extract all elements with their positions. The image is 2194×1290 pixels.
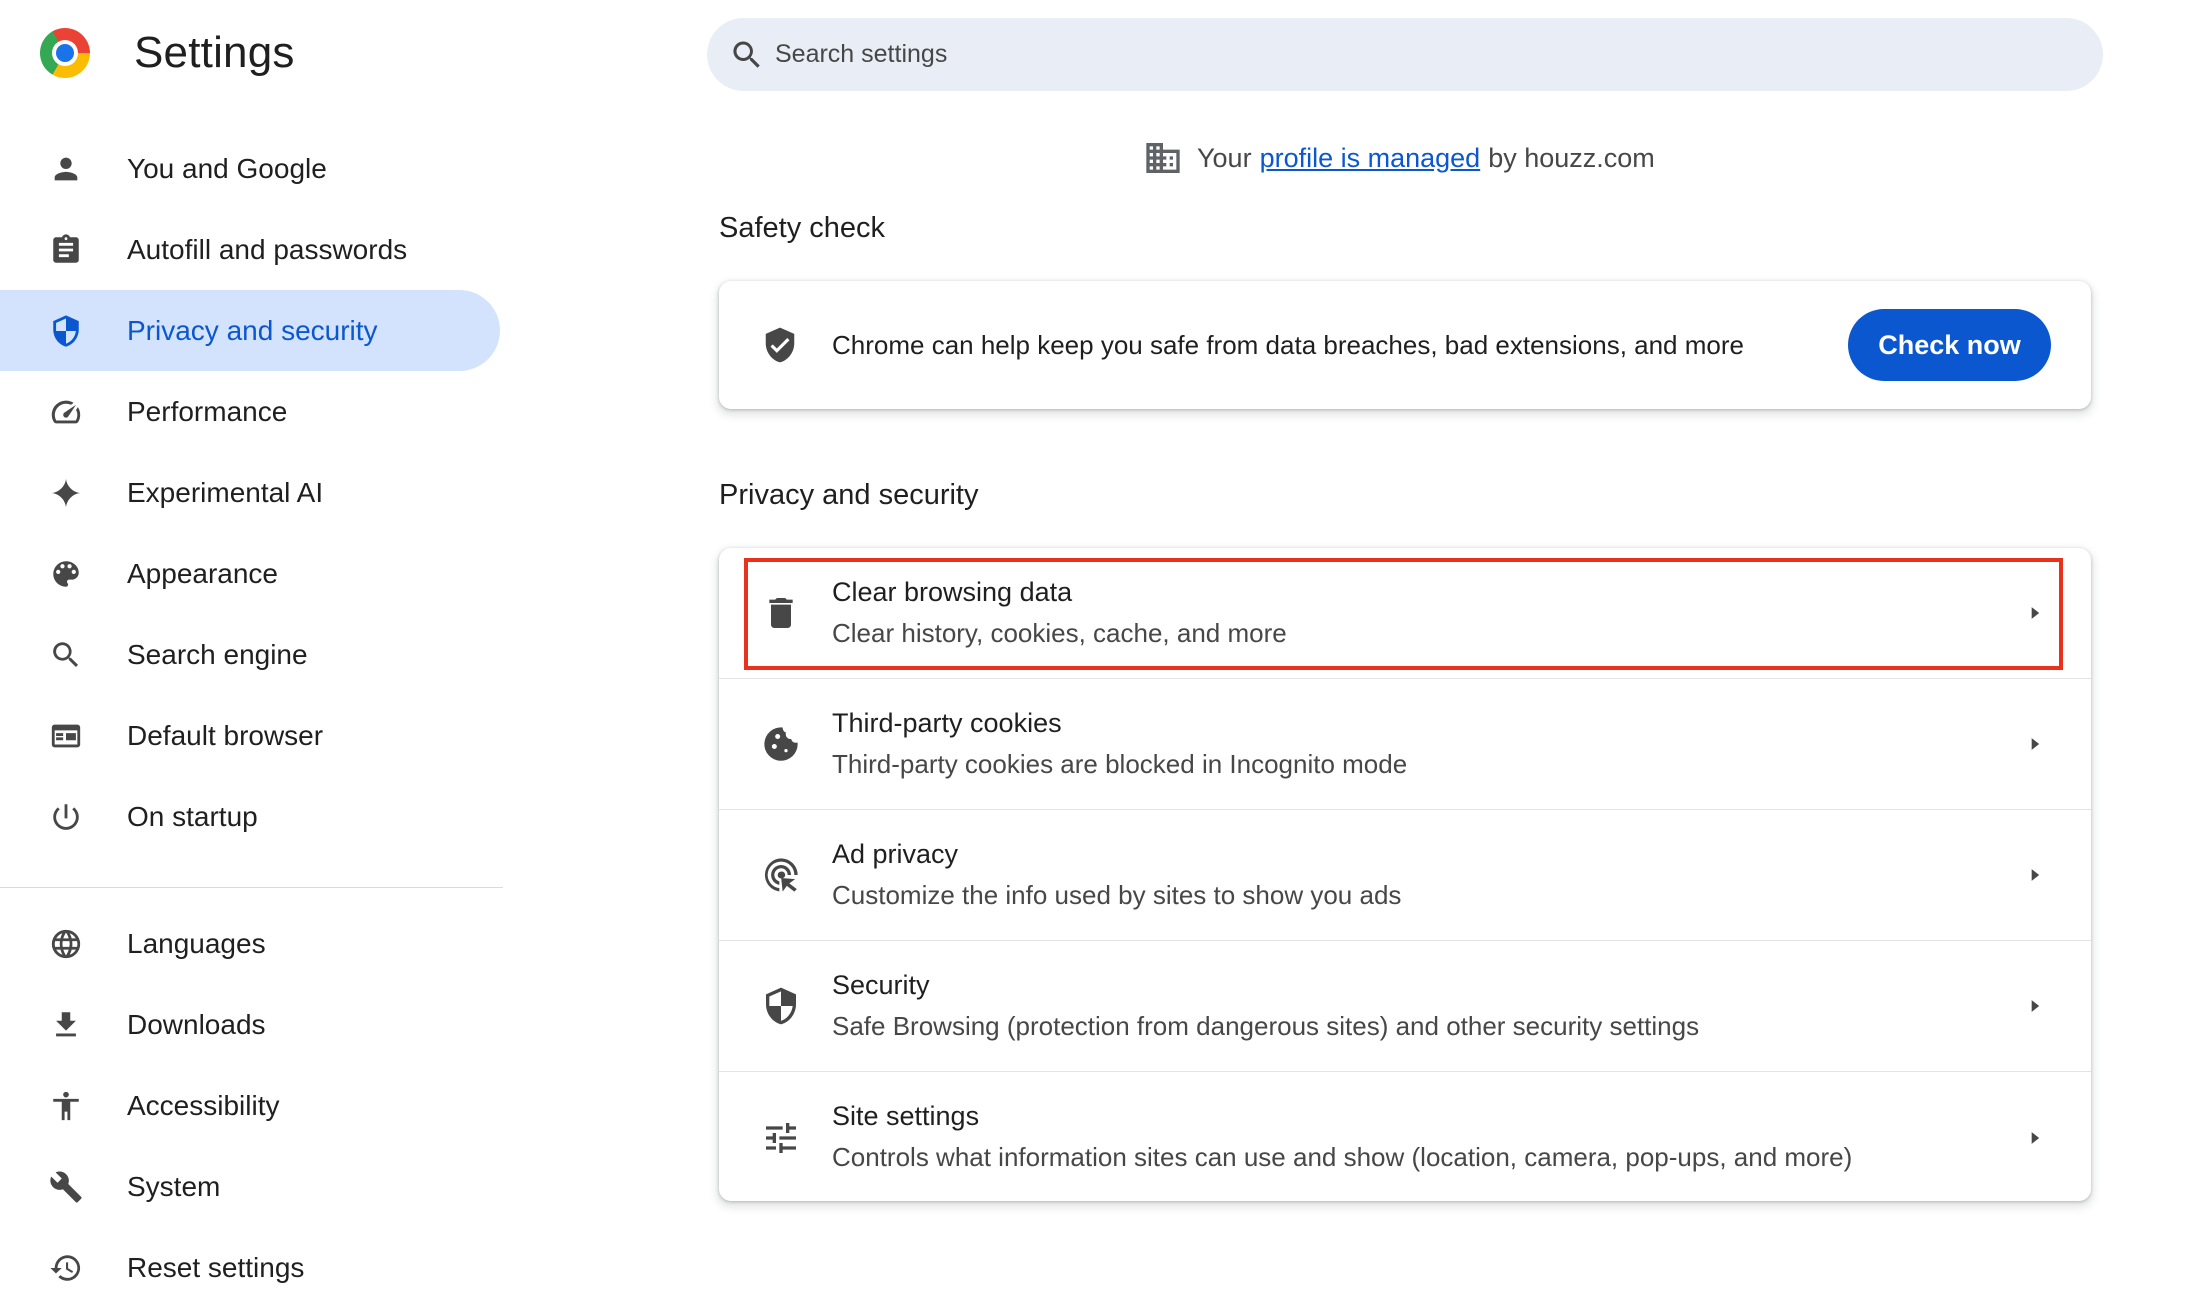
sidebar-item-label: Experimental AI bbox=[127, 476, 324, 508]
managed-notice: Your profile is managed by houzz.com bbox=[1143, 138, 1655, 178]
sidebar-item-label: Default browser bbox=[127, 719, 324, 751]
sidebar-item-label: You and Google bbox=[127, 152, 327, 184]
sidebar-item-search-engine[interactable]: Search engine bbox=[0, 614, 505, 695]
row-subtitle: Clear history, cookies, cache, and more bbox=[832, 618, 1287, 648]
row-subtitle: Third-party cookies are blocked in Incog… bbox=[832, 749, 1408, 779]
profile-managed-link[interactable]: profile is managed bbox=[1260, 143, 1481, 174]
row-title: Clear browsing data bbox=[832, 577, 1073, 607]
download-icon bbox=[48, 1007, 84, 1043]
sidebar-item-label: Autofill and passwords bbox=[127, 233, 408, 265]
wrench-icon bbox=[48, 1169, 84, 1205]
sidebar-item-on-startup[interactable]: On startup bbox=[0, 776, 505, 857]
row-title: Ad privacy bbox=[832, 839, 959, 869]
sidebar-item-autofill[interactable]: Autofill and passwords bbox=[0, 209, 505, 290]
sidebar-item-label: Downloads bbox=[127, 1008, 266, 1040]
sidebar-nav: You and Google Autofill and passwords Pr… bbox=[0, 128, 505, 1290]
sidebar-item-experimental-ai[interactable]: Experimental AI bbox=[0, 452, 505, 533]
privacy-security-card: Clear browsing data Clear history, cooki… bbox=[719, 548, 2091, 1201]
speedometer-icon bbox=[48, 394, 84, 430]
row-title: Site settings bbox=[832, 1101, 980, 1131]
sidebar-item-appearance[interactable]: Appearance bbox=[0, 533, 505, 614]
shield-icon bbox=[761, 986, 801, 1026]
row-title: Third-party cookies bbox=[832, 708, 1062, 738]
sidebar-divider bbox=[0, 887, 503, 888]
building-icon bbox=[1143, 138, 1183, 178]
palette-icon bbox=[48, 556, 84, 592]
sidebar-item-label: Accessibility bbox=[127, 1089, 280, 1121]
sidebar-item-accessibility[interactable]: Accessibility bbox=[0, 1065, 505, 1146]
clipboard-icon bbox=[48, 232, 84, 268]
arrow-right-icon bbox=[2025, 603, 2045, 623]
sidebar-item-label: Search engine bbox=[127, 638, 308, 670]
row-subtitle: Controls what information sites can use … bbox=[832, 1142, 1853, 1172]
arrow-right-icon bbox=[2025, 1128, 2045, 1148]
safety-check-heading: Safety check bbox=[719, 212, 886, 244]
managed-prefix: Your bbox=[1197, 142, 1252, 173]
sidebar-item-languages[interactable]: Languages bbox=[0, 903, 505, 984]
search-bar[interactable] bbox=[707, 18, 2103, 91]
cookie-icon bbox=[761, 724, 801, 764]
sliders-icon bbox=[761, 1118, 801, 1158]
shield-check-icon bbox=[761, 326, 799, 364]
sidebar-item-label: Languages bbox=[127, 927, 266, 959]
sidebar-item-label: On startup bbox=[127, 800, 258, 832]
power-icon bbox=[48, 799, 84, 835]
accessibility-icon bbox=[48, 1088, 84, 1124]
search-input[interactable] bbox=[775, 18, 2075, 91]
privacy-security-heading: Privacy and security bbox=[719, 479, 979, 511]
sidebar-item-default-browser[interactable]: Default browser bbox=[0, 695, 505, 776]
globe-icon bbox=[48, 926, 84, 962]
sidebar-item-label: System bbox=[127, 1170, 221, 1202]
row-subtitle: Safe Browsing (protection from dangerous… bbox=[832, 1011, 1700, 1041]
trash-icon bbox=[761, 593, 801, 633]
sidebar-item-label: Reset settings bbox=[127, 1251, 305, 1283]
sidebar-item-downloads[interactable]: Downloads bbox=[0, 984, 505, 1065]
person-icon bbox=[48, 151, 84, 187]
search-icon bbox=[48, 637, 84, 673]
row-subtitle: Customize the info used by sites to show… bbox=[832, 880, 1402, 910]
arrow-right-icon bbox=[2025, 865, 2045, 885]
sidebar-item-privacy-and-security[interactable]: Privacy and security bbox=[0, 290, 500, 371]
managed-suffix: by houzz.com bbox=[1488, 142, 1655, 173]
history-icon bbox=[48, 1250, 84, 1286]
row-title: Security bbox=[832, 970, 930, 1000]
sidebar-item-label: Appearance bbox=[127, 557, 279, 589]
site-settings-row[interactable]: Site settings Controls what information … bbox=[719, 1072, 2091, 1203]
sidebar-item-you-and-google[interactable]: You and Google bbox=[0, 128, 505, 209]
sidebar: Settings You and Google Autofill and pas… bbox=[0, 0, 505, 1290]
check-now-button[interactable]: Check now bbox=[1848, 309, 2051, 381]
sidebar-item-label: Performance bbox=[127, 395, 288, 427]
safety-check-card: Chrome can help keep you safe from data … bbox=[719, 281, 2091, 409]
sparkle-icon bbox=[48, 475, 84, 511]
ad-privacy-row[interactable]: Ad privacy Customize the info used by si… bbox=[719, 810, 2091, 941]
sidebar-item-label: Privacy and security bbox=[127, 314, 378, 346]
brand: Settings bbox=[40, 28, 295, 78]
arrow-right-icon bbox=[2025, 734, 2045, 754]
sidebar-item-performance[interactable]: Performance bbox=[0, 371, 505, 452]
chrome-logo bbox=[40, 28, 90, 78]
safety-check-text: Chrome can help keep you safe from data … bbox=[832, 329, 1744, 360]
search-icon bbox=[729, 37, 765, 73]
ad-privacy-icon bbox=[761, 855, 801, 895]
clear-browsing-data-row[interactable]: Clear browsing data Clear history, cooki… bbox=[719, 548, 2091, 679]
page-title: Settings bbox=[134, 28, 295, 77]
browser-icon bbox=[48, 718, 84, 754]
third-party-cookies-row[interactable]: Third-party cookies Third-party cookies … bbox=[719, 679, 2091, 810]
arrow-right-icon bbox=[2025, 996, 2045, 1016]
shield-icon bbox=[48, 313, 84, 349]
security-row[interactable]: Security Safe Browsing (protection from … bbox=[719, 941, 2091, 1072]
sidebar-item-reset-settings[interactable]: Reset settings bbox=[0, 1227, 505, 1290]
sidebar-item-system[interactable]: System bbox=[0, 1146, 505, 1227]
